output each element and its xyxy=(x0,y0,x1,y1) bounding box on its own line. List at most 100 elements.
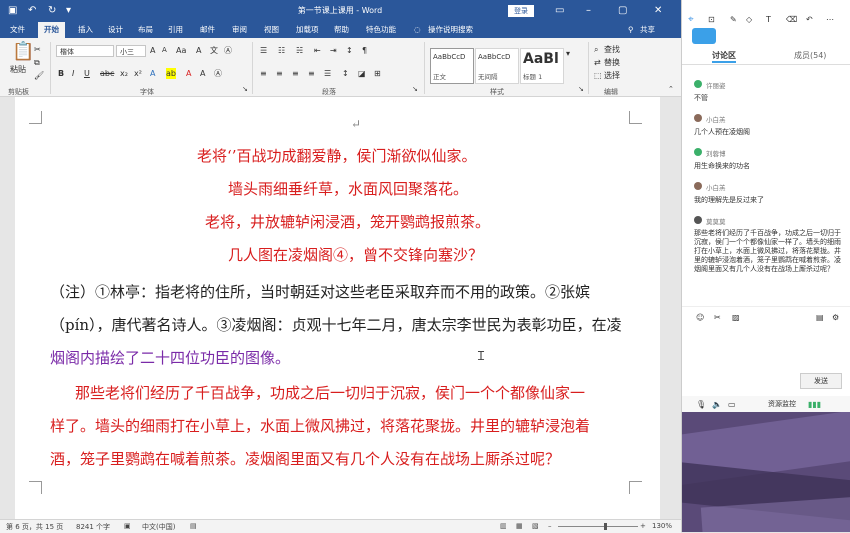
align-center-icon[interactable]: ≡ xyxy=(276,68,283,79)
distributed-icon[interactable]: ☰ xyxy=(324,68,331,79)
cut-icon[interactable]: ✂ xyxy=(34,44,41,55)
maximize-icon[interactable]: ▢ xyxy=(618,4,627,18)
select-icon[interactable]: ⬚ xyxy=(594,70,602,81)
pin-icon[interactable]: ⌖ xyxy=(688,14,694,25)
zoom-in-icon[interactable]: + xyxy=(640,522,646,530)
emoji-icon[interactable]: ☺ xyxy=(696,312,704,323)
bullets-icon[interactable]: ☰ xyxy=(260,45,267,56)
minimize-icon[interactable]: – xyxy=(586,4,591,18)
language-indicator[interactable]: 中文(中国) xyxy=(142,522,175,532)
login-button[interactable]: 登录 xyxy=(508,5,534,17)
accessibility-icon[interactable]: ▤ xyxy=(190,522,197,530)
scissors-icon[interactable]: ✂ xyxy=(714,312,721,323)
line-spacing-icon[interactable]: ↕ xyxy=(342,68,349,79)
paste-button[interactable]: 粘贴 xyxy=(10,64,26,75)
text-tool-icon[interactable]: T xyxy=(766,14,771,25)
customize-toolbar-icon[interactable]: ▾ xyxy=(66,4,71,18)
change-case-icon[interactable]: Aa xyxy=(176,45,186,56)
eraser-icon[interactable]: ⌫ xyxy=(786,14,797,25)
phonetic-guide-icon[interactable]: 文 xyxy=(210,45,218,56)
collapse-ribbon-icon[interactable]: ⌃ xyxy=(668,84,674,95)
numbering-icon[interactable]: ☷ xyxy=(278,45,285,56)
align-right-icon[interactable]: ≡ xyxy=(292,68,299,79)
zoom-slider-thumb[interactable] xyxy=(604,523,607,530)
zoom-slider[interactable] xyxy=(558,526,638,527)
page-count[interactable]: 第 6 页，共 15 页 xyxy=(6,522,63,532)
strikethrough-icon[interactable]: abc xyxy=(100,68,114,79)
tab-file[interactable]: 文件 xyxy=(10,25,25,35)
find-icon[interactable]: ⌕ xyxy=(594,44,598,55)
pen-icon[interactable]: ✎ xyxy=(730,14,737,25)
find-button[interactable]: 查找 xyxy=(604,44,620,55)
style-heading1[interactable]: AaBl 标题 1 xyxy=(520,48,564,84)
image-icon[interactable]: ▨ xyxy=(732,312,740,323)
shape-icon[interactable]: ◇ xyxy=(746,14,752,25)
tab-addins[interactable]: 加载项 xyxy=(296,25,319,35)
undo-tool-icon[interactable]: ↶ xyxy=(806,14,813,25)
tab-home[interactable]: 开始 xyxy=(38,22,65,38)
tell-me-search[interactable]: 操作说明搜索 xyxy=(428,25,473,35)
style-no-spacing[interactable]: AaBbCcD 无间隔 xyxy=(475,48,519,84)
grow-font-icon[interactable]: A xyxy=(150,45,155,56)
tab-help[interactable]: 帮助 xyxy=(334,25,349,35)
chat-settings-icon[interactable]: ⚙ xyxy=(832,312,839,323)
text-effects-icon[interactable]: A xyxy=(150,68,155,79)
camera-icon[interactable]: ▭ xyxy=(728,399,736,410)
font-size-select[interactable]: 小三 xyxy=(116,45,146,57)
read-mode-icon[interactable]: ▥ xyxy=(500,522,507,530)
tab-special-features[interactable]: 特色功能 xyxy=(366,25,396,35)
italic-icon[interactable]: I xyxy=(72,68,74,79)
decrease-indent-icon[interactable]: ⇤ xyxy=(314,45,321,56)
char-border-icon[interactable]: Ⓐ xyxy=(214,68,222,79)
multilevel-list-icon[interactable]: ☵ xyxy=(296,45,303,56)
increase-indent-icon[interactable]: ⇥ xyxy=(330,45,337,56)
justify-icon[interactable]: ≡ xyxy=(308,68,315,79)
tab-members[interactable]: 成员(54) xyxy=(794,50,826,61)
styles-dialog-icon[interactable]: ↘ xyxy=(578,84,584,95)
tab-mailings[interactable]: 邮件 xyxy=(200,25,215,35)
share-button[interactable]: 共享 xyxy=(640,25,655,35)
tab-discussion[interactable]: 讨论区 xyxy=(712,50,736,63)
borders-icon[interactable]: ⊞ xyxy=(374,68,381,79)
font-dialog-icon[interactable]: ↘ xyxy=(242,84,248,95)
style-normal[interactable]: AaBbCcD 正文 xyxy=(430,48,474,84)
superscript-icon[interactable]: x² xyxy=(134,68,142,79)
word-count[interactable]: 8241 个字 xyxy=(76,522,110,532)
paragraph-dialog-icon[interactable]: ↘ xyxy=(412,84,418,95)
clear-format-icon[interactable]: A xyxy=(196,45,201,56)
chat-list-icon[interactable]: ▤ xyxy=(816,312,824,323)
save-icon[interactable]: ▣ xyxy=(8,4,17,18)
tab-design[interactable]: 设计 xyxy=(108,25,123,35)
undo-icon[interactable]: ↶ xyxy=(28,4,36,18)
enclose-char-icon[interactable]: Ⓐ xyxy=(224,45,232,56)
tab-view[interactable]: 视图 xyxy=(264,25,279,35)
zoom-level[interactable]: 130% xyxy=(652,522,672,530)
subscript-icon[interactable]: x₂ xyxy=(120,68,128,79)
ribbon-display-icon[interactable]: ▭ xyxy=(555,4,564,18)
print-layout-icon[interactable]: ▦ xyxy=(516,522,523,530)
shading-icon[interactable]: ◪ xyxy=(358,68,366,79)
redo-icon[interactable]: ↻ xyxy=(48,4,56,18)
tab-references[interactable]: 引用 xyxy=(168,25,183,35)
highlight-icon[interactable]: ab xyxy=(166,68,176,79)
char-shading-icon[interactable]: A xyxy=(200,68,205,79)
select-button[interactable]: 选择 xyxy=(604,70,620,81)
align-left-icon[interactable]: ≡ xyxy=(260,68,267,79)
format-painter-icon[interactable]: 🖌 xyxy=(34,70,44,81)
styles-more-icon[interactable]: ▾ xyxy=(566,48,570,59)
underline-icon[interactable]: U xyxy=(84,68,90,79)
font-name-select[interactable]: 楷体 xyxy=(56,45,114,57)
paste-icon[interactable]: 📋 xyxy=(12,42,34,62)
resource-monitor-label[interactable]: 资源监控 xyxy=(768,399,796,410)
font-color-icon[interactable]: A xyxy=(186,68,191,79)
shrink-font-icon[interactable]: A xyxy=(162,45,167,56)
bold-icon[interactable]: B xyxy=(58,68,64,79)
copy-icon[interactable]: ⧉ xyxy=(34,57,40,68)
tab-review[interactable]: 审阅 xyxy=(232,25,247,35)
close-icon[interactable]: ✕ xyxy=(654,4,662,18)
proofing-icon[interactable]: ▣ xyxy=(124,522,131,530)
replace-icon[interactable]: ⇄ xyxy=(594,57,601,68)
sort-icon[interactable]: ↕ xyxy=(346,45,353,56)
replace-button[interactable]: 替换 xyxy=(604,57,620,68)
zoom-out-icon[interactable]: – xyxy=(548,522,552,530)
